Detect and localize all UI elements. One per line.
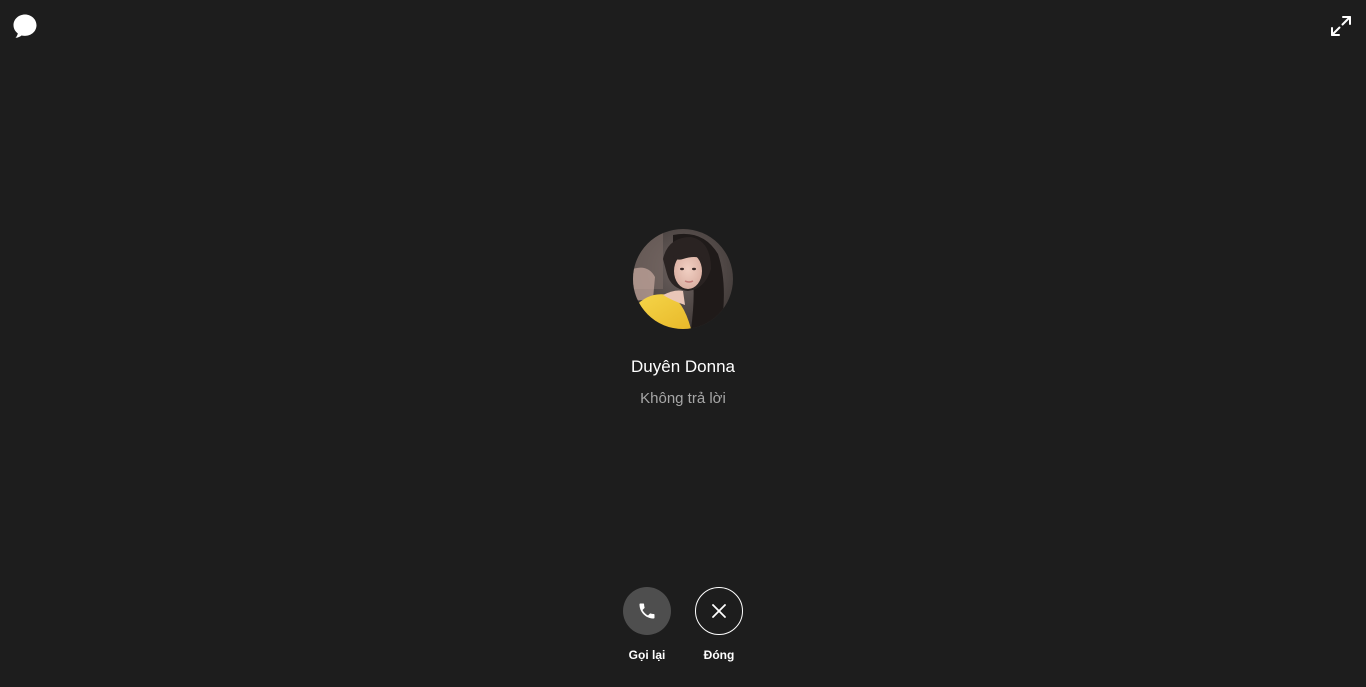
redial-button[interactable] [623,587,671,635]
chat-bubble-icon[interactable] [11,12,39,40]
close-label: Đóng [703,648,735,662]
caller-name: Duyên Donna [631,357,735,376]
close-action: Đóng [679,587,759,662]
call-status: Không trả lời [640,390,726,407]
caller-avatar [633,229,733,329]
phone-icon [637,601,657,621]
close-icon [711,603,727,619]
call-window: Duyên Donna Không trả lời Gọi lại Đóng [0,0,1366,687]
redial-label: Gọi lại [628,648,666,662]
close-button[interactable] [695,587,743,635]
redial-action: Gọi lại [607,587,687,662]
expand-fullscreen-icon[interactable] [1329,14,1353,38]
